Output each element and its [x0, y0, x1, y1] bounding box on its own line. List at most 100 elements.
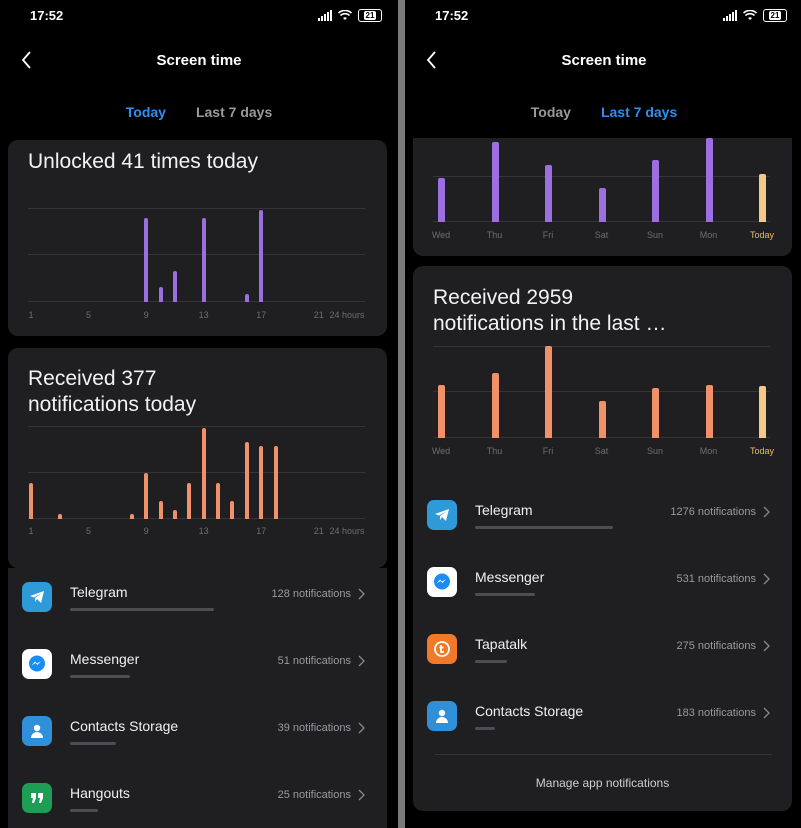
chart-bar	[759, 174, 766, 222]
axis-tick-label: 1	[28, 526, 34, 536]
axis-tick-label: 21	[313, 526, 324, 536]
messenger-icon	[427, 567, 457, 597]
telegram-icon	[22, 582, 52, 612]
chart-bar	[244, 294, 249, 302]
usage-bar	[475, 660, 507, 663]
signal-icon	[723, 10, 737, 21]
notification-count: 531 notifications	[676, 573, 757, 585]
axis-tick-label: Sat	[594, 230, 609, 240]
chart-bar	[652, 388, 659, 438]
axis-tick-label: 24 hours	[329, 526, 365, 536]
chart-bar	[598, 400, 606, 438]
app-row-contacts-storage[interactable]: Contacts Storage 183 notifications	[413, 687, 792, 753]
phone-screen-today: 17:52 21 Screen time Today Last 7 days U…	[0, 0, 398, 828]
chevron-right-icon	[358, 721, 365, 739]
app-row-hangouts[interactable]: Hangouts 25 notifications	[8, 769, 387, 828]
notifications-chart	[28, 426, 365, 519]
usage-bar	[475, 526, 613, 529]
chevron-right-icon	[763, 706, 770, 724]
contacts-icon	[22, 716, 52, 746]
chart-bar	[545, 346, 552, 438]
tab-bar: Today Last 7 days	[0, 104, 398, 124]
usage-bar	[70, 675, 130, 678]
unlock-card: Unlocked 41 times today 1 5 9 13 17 21 24 hour…	[8, 140, 387, 336]
tab-today[interactable]: Today	[531, 104, 571, 124]
app-name: Telegram	[70, 584, 128, 600]
app-row-contacts-storage[interactable]: Contacts Storage 39 notifications	[8, 702, 387, 768]
app-row-telegram[interactable]: Telegram 1276 notifications	[413, 486, 792, 552]
axis-tick-label: Fri	[542, 230, 554, 240]
battery-icon: 21	[763, 9, 787, 22]
app-row-tapatalk[interactable]: Tapatalk 275 notifications	[413, 620, 792, 686]
axis-tick-label: 5	[86, 310, 92, 320]
status-time: 17:52	[435, 8, 469, 23]
axis-tick-label: 5	[86, 526, 92, 536]
tab-last-7-days[interactable]: Last 7 days	[601, 104, 677, 124]
phone-screen-last-7-days: 17:52 21 Screen time Today Last 7 days W…	[405, 0, 801, 828]
usage-bar	[70, 608, 214, 611]
messenger-icon	[22, 649, 52, 679]
notification-count: 25 notifications	[277, 789, 351, 801]
app-name: Tapatalk	[475, 636, 528, 652]
chart-bar	[244, 441, 249, 519]
notifications-chart	[433, 346, 770, 438]
chart-bar	[273, 446, 278, 519]
tab-today[interactable]: Today	[126, 104, 166, 124]
notification-count: 39 notifications	[277, 722, 351, 734]
axis-tick-label: Sun	[646, 230, 664, 240]
usage-bar	[475, 727, 495, 730]
usage-bar	[475, 593, 535, 596]
axis-tick-label: 9	[143, 526, 149, 536]
tapatalk-icon	[427, 634, 457, 664]
manage-app-notifications-link[interactable]: Manage app notifications	[413, 776, 792, 790]
notifications-title: Received 377 notifications today	[28, 367, 197, 416]
chart-bar	[598, 188, 606, 222]
chart-bar	[172, 271, 177, 302]
axis-tick-label: Mon	[699, 446, 718, 456]
usage-bar	[70, 742, 116, 745]
chevron-right-icon	[763, 505, 770, 523]
chevron-right-icon	[358, 654, 365, 672]
axis-tick-label: 24 hours	[329, 310, 365, 320]
notifications-card: Received 2959 notifications in the last …	[413, 266, 792, 811]
chart-bar	[201, 427, 206, 519]
notification-count: 128 notifications	[271, 588, 352, 600]
axis-tick-label: Fri	[542, 446, 554, 456]
telegram-icon	[427, 500, 457, 530]
axis-tick-label: Wed	[431, 230, 451, 240]
contacts-icon	[427, 701, 457, 731]
axis-tick-label: Sat	[594, 446, 609, 456]
screenshot-divider	[398, 0, 405, 828]
tab-last-7-days[interactable]: Last 7 days	[196, 104, 272, 124]
hangouts-icon	[22, 783, 52, 813]
unlock-chart	[433, 138, 770, 222]
app-name: Contacts Storage	[475, 703, 584, 719]
app-row-messenger[interactable]: Messenger 51 notifications	[8, 635, 387, 701]
chart-bar	[259, 446, 264, 519]
usage-bar	[70, 809, 98, 812]
chart-bar	[759, 386, 766, 438]
app-name: Contacts Storage	[70, 718, 179, 734]
chart-bar	[438, 385, 445, 438]
chart-bar	[144, 473, 149, 519]
app-row-messenger[interactable]: Messenger 531 notifications	[413, 553, 792, 619]
header: Screen time	[0, 48, 398, 72]
notification-count: 51 notifications	[277, 655, 351, 667]
wifi-icon	[338, 10, 352, 21]
chart-bar	[144, 217, 149, 302]
app-row-telegram[interactable]: Telegram 128 notifications	[8, 568, 387, 634]
chart-bar	[705, 138, 713, 222]
axis-tick-label: Thu	[486, 230, 503, 240]
wifi-icon	[743, 10, 757, 21]
notifications-card: Received 377 notifications today 1 5 9 13 17…	[8, 348, 387, 568]
chart-bar	[129, 514, 134, 519]
chart-bar	[491, 373, 499, 438]
axis-tick-label: 17	[256, 310, 267, 320]
unlock-chart	[28, 208, 365, 302]
chart-bar	[29, 482, 33, 519]
chart-bar	[230, 500, 235, 519]
chart-bar	[545, 164, 552, 222]
notifications-title: Received 2959 notifications in the last …	[433, 286, 667, 335]
unlock-title: Unlocked 41 times today	[28, 150, 258, 173]
header: Screen time	[405, 48, 801, 72]
